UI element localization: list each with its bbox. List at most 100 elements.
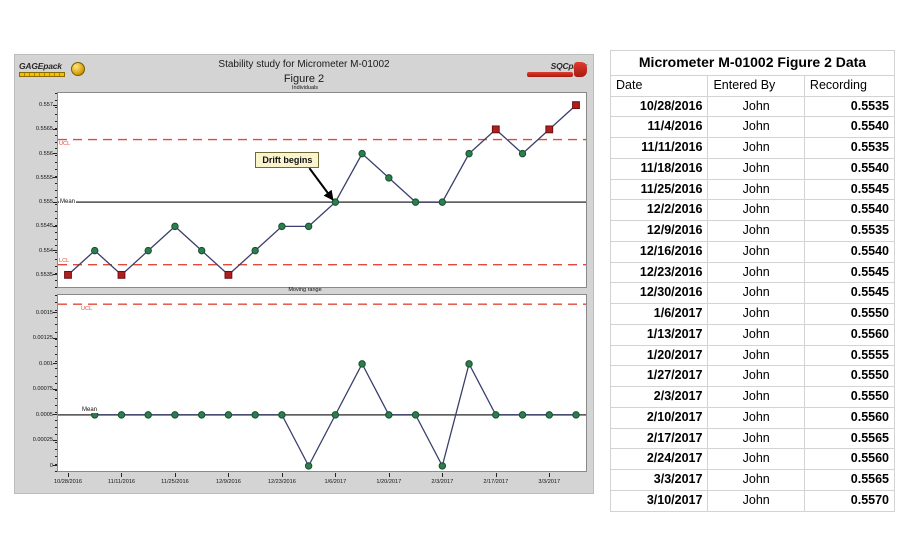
y-minor-tick <box>54 273 57 275</box>
x-tick-label: 1/6/2017 <box>324 479 347 485</box>
cell-date: 12/30/2016 <box>609 282 709 305</box>
cell-date: 12/9/2016 <box>609 220 709 242</box>
cell-date: 2/24/2017 <box>609 448 709 471</box>
cell-entered-by: John <box>707 137 805 159</box>
table-row: 1/13/2017 John 0.5560 <box>609 323 896 346</box>
cell-entered-by: John <box>707 303 805 325</box>
y-minor-tick <box>54 266 57 268</box>
cell-recording: 0.5560 <box>803 448 896 471</box>
cell-date: 2/17/2017 <box>609 427 709 450</box>
cell-date: 12/23/2016 <box>609 261 709 284</box>
y-minor-tick <box>54 456 57 458</box>
cell-date: 11/11/2016 <box>609 137 709 159</box>
y-minor-tick <box>54 434 57 436</box>
y-minor-tick <box>54 295 57 296</box>
cell-date: 1/13/2017 <box>609 323 709 346</box>
y-minor-tick <box>54 245 57 247</box>
table-row: 12/9/2016 John 0.5535 <box>609 220 896 242</box>
individuals-plot-area <box>57 92 587 288</box>
y-tick-mark <box>53 128 57 130</box>
cell-recording: 0.5540 <box>803 116 896 139</box>
y-minor-tick <box>54 113 57 115</box>
x-tick-mark <box>388 473 390 477</box>
y-minor-tick <box>54 93 57 94</box>
table-body: 10/28/2016 John 0.5535 11/4/2016 John 0.5540 1… <box>609 95 896 512</box>
y-tick-label: 0.00025 <box>32 437 53 444</box>
cell-entered-by: John <box>707 344 805 367</box>
x-tick-label: 3/3/2017 <box>538 479 561 485</box>
y-tick-label: 0.5555 <box>35 174 53 181</box>
x-tick-label: 11/11/2016 <box>107 479 136 485</box>
y-minor-tick <box>54 169 57 171</box>
cell-date: 10/28/2016 <box>609 95 709 118</box>
cell-recording: 0.5545 <box>803 178 896 201</box>
y-tick-mark <box>53 465 57 467</box>
y-minor-tick <box>54 331 57 333</box>
y-minor-tick <box>54 183 57 185</box>
y-tick-mark <box>53 414 57 416</box>
y-minor-tick <box>54 148 57 150</box>
cell-date: 12/2/2016 <box>609 199 709 222</box>
x-tick-label: 12/9/2016 <box>215 479 241 485</box>
y-tick-mark <box>53 312 57 314</box>
y-tick-mark <box>53 363 57 365</box>
table-row: 10/28/2016 John 0.5535 <box>609 95 896 118</box>
cell-entered-by: John <box>707 261 805 284</box>
table-row: 3/3/2017 John 0.5565 <box>609 469 896 491</box>
y-tick-mark <box>53 250 57 252</box>
y-tick-mark <box>53 225 57 227</box>
table-row: 11/18/2016 John 0.5540 <box>609 157 896 180</box>
y-minor-tick <box>54 302 57 304</box>
column-header-recording: Recording <box>803 74 896 97</box>
cell-entered-by: John <box>707 116 805 139</box>
y-minor-tick <box>54 196 57 198</box>
table-title: Micrometer M-01002 Figure 2 Data <box>610 50 895 76</box>
cell-recording: 0.5540 <box>803 199 896 222</box>
y-tick-label: 0.0015 <box>35 309 53 316</box>
y-minor-tick <box>54 353 57 355</box>
cell-entered-by: John <box>707 199 805 222</box>
cell-entered-by: John <box>707 386 805 408</box>
cell-date: 11/25/2016 <box>609 178 709 201</box>
table-row: 12/16/2016 John 0.5540 <box>609 240 896 263</box>
table-row: 1/27/2017 John 0.5550 <box>609 365 896 388</box>
cell-date: 2/10/2017 <box>609 406 709 429</box>
table-row: 12/30/2016 John 0.5545 <box>609 282 896 305</box>
x-tick-mark <box>228 473 230 477</box>
y-minor-tick <box>54 346 57 348</box>
y-minor-tick <box>54 324 57 326</box>
cell-entered-by: John <box>707 220 805 242</box>
cell-date: 3/10/2017 <box>609 489 709 512</box>
table-row: 11/25/2016 John 0.5545 <box>609 178 896 201</box>
table-row: 2/17/2017 John 0.5565 <box>609 427 896 450</box>
y-tick-label: 0.001 <box>39 360 53 367</box>
control-chart-panel: GAGEpack SQCpack Stability study for Mic… <box>14 54 594 494</box>
y-minor-tick <box>54 238 57 240</box>
screenshot-root: GAGEpack SQCpack Stability study for Mic… <box>0 0 900 550</box>
y-minor-tick <box>54 390 57 392</box>
cell-recording: 0.5540 <box>803 240 896 263</box>
y-minor-tick <box>54 368 57 370</box>
table-row: 1/6/2017 John 0.5550 <box>609 303 896 325</box>
y-tick-label: 0.0005 <box>35 411 53 418</box>
y-tick-label: 0.554 <box>39 247 53 254</box>
table-header-row: Date Entered By Recording <box>609 74 896 97</box>
cell-date: 11/18/2016 <box>609 157 709 180</box>
y-tick-label: 0.5565 <box>35 126 53 133</box>
y-minor-tick <box>54 412 57 414</box>
mean-label: Mean <box>81 406 99 413</box>
y-minor-tick <box>54 309 57 311</box>
y-minor-tick <box>54 419 57 421</box>
y-tick-mark <box>53 177 57 179</box>
cell-date: 1/20/2017 <box>609 344 709 367</box>
y-minor-tick <box>54 427 57 428</box>
cell-recording: 0.5560 <box>803 323 896 346</box>
y-minor-tick <box>54 259 57 261</box>
cell-recording: 0.5535 <box>803 220 896 242</box>
y-minor-tick <box>54 280 57 282</box>
cell-date: 2/3/2017 <box>609 386 709 408</box>
cell-date: 3/3/2017 <box>609 469 709 491</box>
ucl-label: UCL <box>81 306 93 313</box>
individuals-caption: Individuals <box>292 85 318 91</box>
y-minor-tick <box>54 155 57 157</box>
